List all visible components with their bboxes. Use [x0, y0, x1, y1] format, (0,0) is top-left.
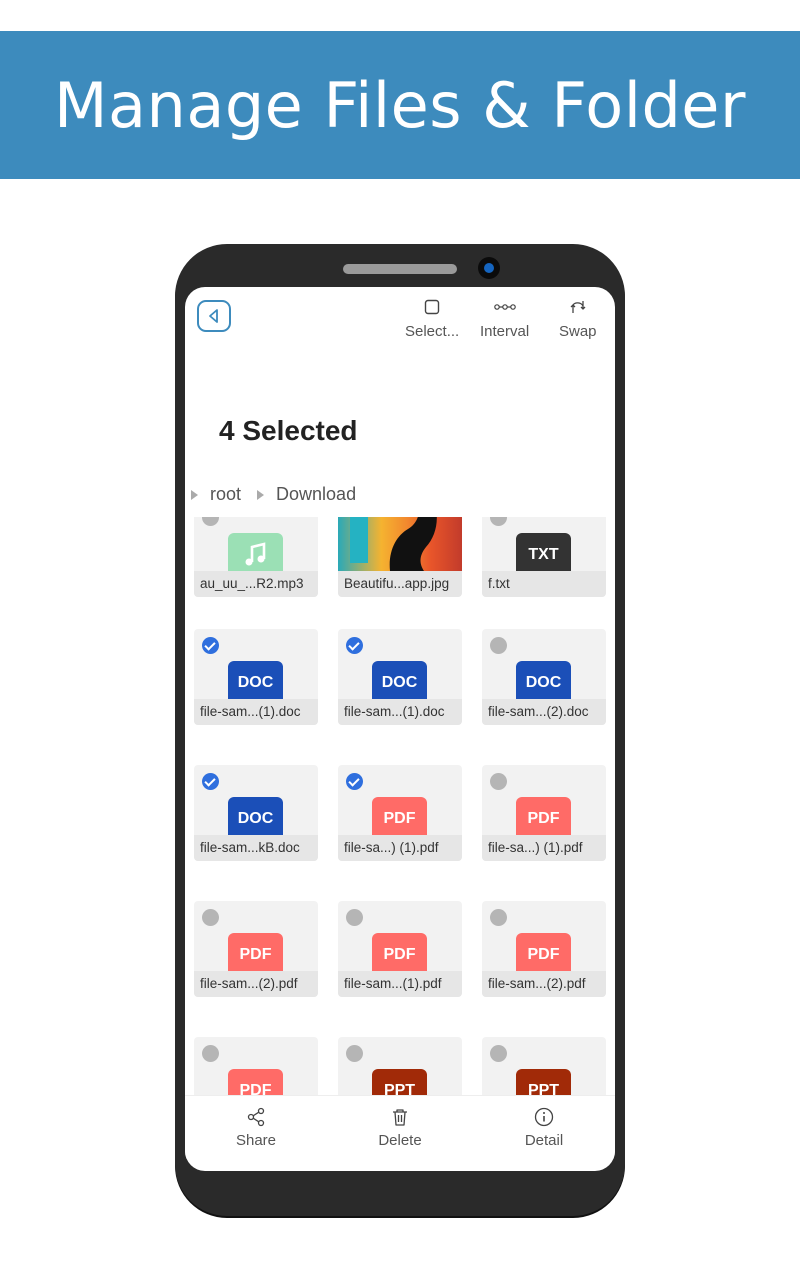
file-item[interactable]: PDF file-sam...(1).pdf [338, 901, 462, 997]
file-name: file-sa...) (1).pdf [338, 835, 462, 861]
file-name: file-sam...(1).doc [338, 699, 462, 725]
unchecked-circle-icon[interactable] [202, 1045, 219, 1062]
unchecked-circle-icon[interactable] [490, 773, 507, 790]
breadcrumb-arrow-icon [191, 489, 198, 500]
breadcrumb-item-root[interactable]: root [210, 484, 241, 505]
file-item[interactable]: PPT [482, 1037, 606, 1095]
checked-circle-icon[interactable] [202, 773, 219, 790]
file-name: file-sam...(2).pdf [482, 971, 606, 997]
delete-button[interactable]: Delete [345, 1106, 455, 1149]
info-icon [534, 1106, 554, 1128]
file-item[interactable]: DOC file-sam...kB.doc [194, 765, 318, 861]
interval-icon [493, 297, 516, 317]
ppt-file-icon: PPT [516, 1069, 571, 1095]
unchecked-circle-icon[interactable] [490, 637, 507, 654]
unchecked-circle-icon[interactable] [202, 517, 219, 526]
file-name: file-sa...) (1).pdf [482, 835, 606, 861]
phone-camera [478, 257, 500, 279]
unchecked-circle-icon[interactable] [346, 909, 363, 926]
file-item[interactable]: PDF file-sa...) (1).pdf [482, 765, 606, 861]
breadcrumb: root Download [191, 484, 356, 505]
file-item[interactable]: DOC file-sam...(2).doc [482, 629, 606, 725]
swap-button[interactable]: Swap [559, 297, 597, 340]
interval-button[interactable]: Interval [480, 297, 529, 340]
select-all-button[interactable]: Select... [405, 297, 459, 340]
file-item[interactable]: DOC file-sam...(1).doc [194, 629, 318, 725]
unchecked-circle-icon[interactable] [490, 517, 507, 526]
ppt-file-icon: PPT [372, 1069, 427, 1095]
breadcrumb-item-download[interactable]: Download [276, 484, 356, 505]
file-name: file-sam...kB.doc [194, 835, 318, 861]
bottom-action-bar: Share Delete Detail [185, 1095, 615, 1159]
back-arrow-icon [209, 309, 218, 323]
file-name: f.txt [482, 571, 606, 597]
breadcrumb-arrow-icon [257, 489, 265, 500]
checked-circle-icon[interactable] [346, 773, 363, 790]
file-name: file-sam...(1).pdf [338, 971, 462, 997]
share-icon [246, 1106, 266, 1128]
checkbox-icon [424, 297, 440, 317]
detail-label: Detail [524, 1132, 564, 1149]
delete-label: Delete [378, 1132, 422, 1149]
app-screen: Select... Interval Swap 4 Selected root … [185, 287, 615, 1171]
unchecked-circle-icon[interactable] [490, 1045, 507, 1062]
trash-icon [390, 1106, 410, 1128]
file-item[interactable]: Beautifu...app.jpg [338, 517, 462, 597]
page-title: 4 Selected [219, 415, 358, 446]
file-name: file-sam...(2).doc [482, 699, 606, 725]
file-item[interactable]: DOC file-sam...(1).doc [338, 629, 462, 725]
file-name: file-sam...(1).doc [194, 699, 318, 725]
pdf-file-icon: PDF [228, 1069, 283, 1095]
file-name: Beautifu...app.jpg [338, 571, 462, 597]
back-button[interactable] [197, 300, 231, 332]
image-thumbnail [338, 517, 462, 571]
unchecked-circle-icon[interactable] [490, 909, 507, 926]
file-item[interactable]: PDF file-sam...(2).pdf [194, 901, 318, 997]
music-note-icon [245, 542, 265, 566]
phone-frame: Select... Interval Swap 4 Selected root … [175, 244, 625, 1216]
swap-icon [569, 297, 587, 317]
select-all-label: Select... [405, 323, 460, 340]
checked-circle-icon[interactable] [202, 637, 219, 654]
file-item[interactable]: PDF [194, 1037, 318, 1095]
file-name: file-sam...(2).pdf [194, 971, 318, 997]
file-item[interactable]: au_uu_...R2.mp3 [194, 517, 318, 597]
share-button[interactable]: Share [201, 1106, 311, 1149]
share-label: Share [235, 1132, 277, 1149]
banner: Manage Files & Folder [0, 31, 800, 179]
unchecked-circle-icon[interactable] [202, 909, 219, 926]
file-name: au_uu_...R2.mp3 [194, 571, 318, 597]
unchecked-circle-icon[interactable] [346, 1045, 363, 1062]
checked-circle-icon[interactable] [346, 637, 363, 654]
phone-speaker [343, 264, 457, 274]
file-item[interactable]: TXT f.txt [482, 517, 606, 597]
banner-title: Manage Files & Folder [54, 68, 746, 142]
file-grid: au_uu_...R2.mp3 Beautifu...app.jpg TXT f.tx… [185, 517, 615, 1095]
interval-label: Interval [480, 323, 530, 340]
file-item[interactable]: PDF file-sa...) (1).pdf [338, 765, 462, 861]
swap-label: Swap [559, 323, 597, 340]
file-item[interactable]: PDF file-sam...(2).pdf [482, 901, 606, 997]
detail-button[interactable]: Detail [489, 1106, 599, 1149]
file-item[interactable]: PPT [338, 1037, 462, 1095]
